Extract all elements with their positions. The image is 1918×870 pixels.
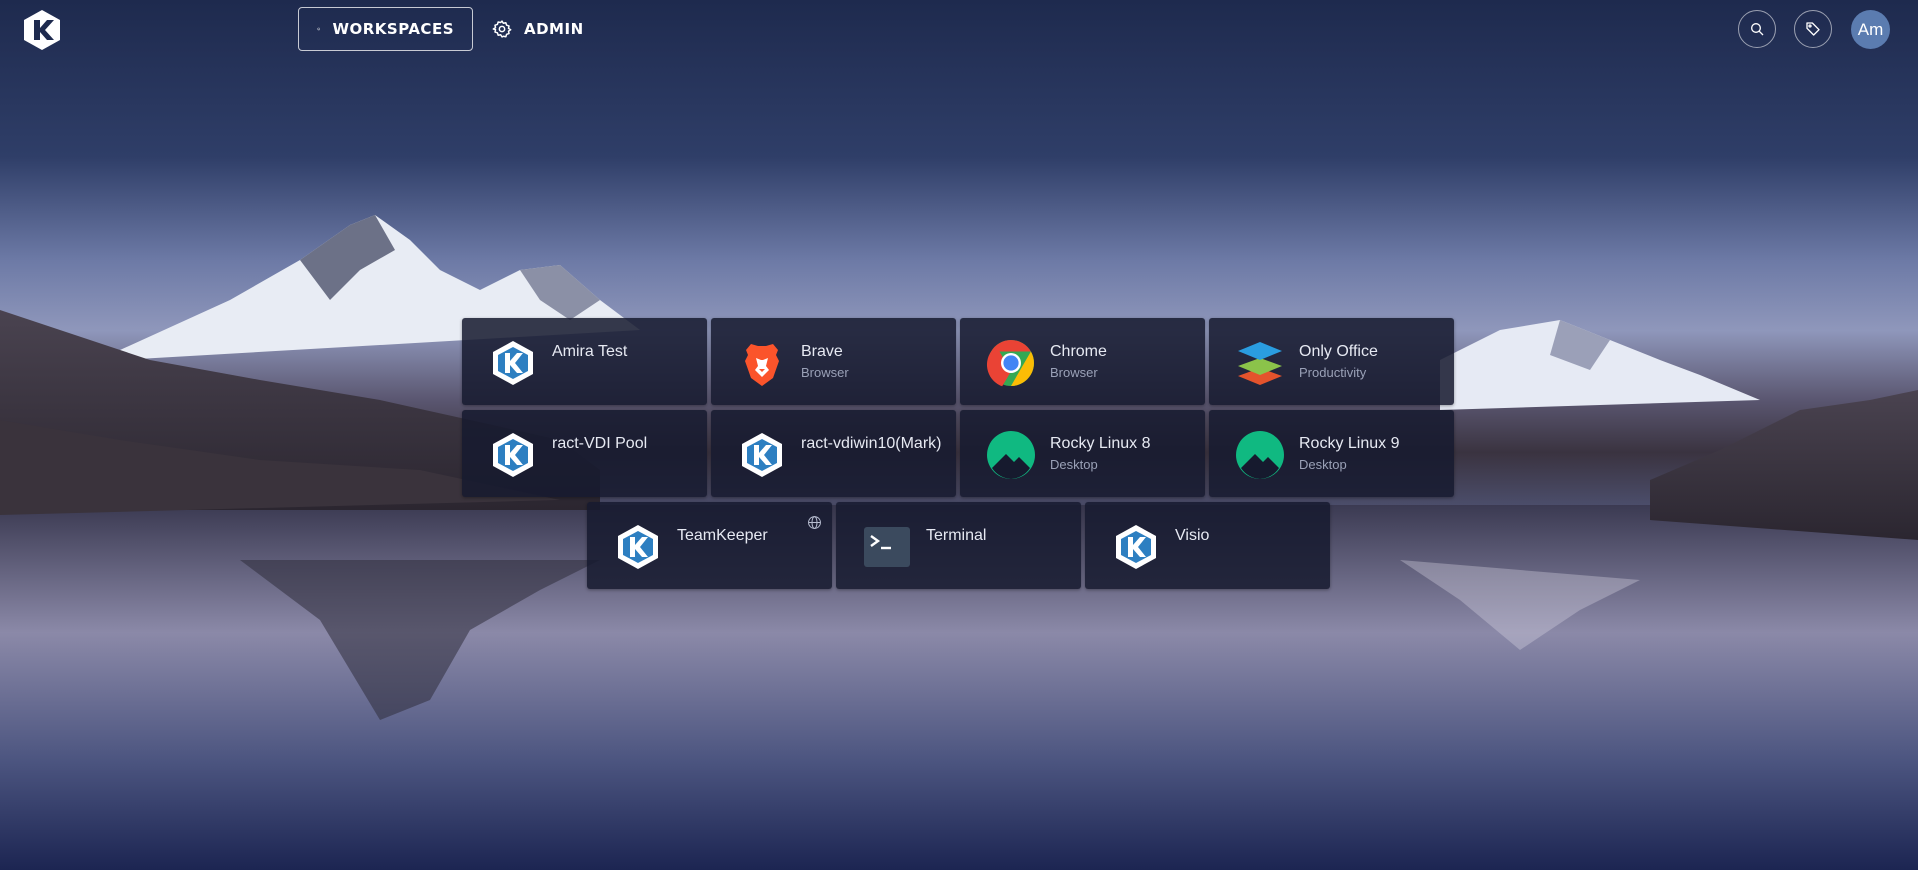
workspace-name: ract-VDI Pool: [552, 435, 648, 452]
workspace-subtitle: Browser: [801, 365, 849, 380]
onlyoffice-icon: [1238, 342, 1282, 385]
layers-icon: [317, 27, 321, 31]
workspace-name: Rocky Linux 8: [1050, 435, 1151, 452]
kasm-icon: [493, 433, 533, 477]
workspace-subtitle: Desktop: [1050, 457, 1098, 472]
workspace-tile-ract-vdi-pool[interactable]: ract-VDI Pool: [462, 410, 707, 497]
workspace-tile-amira-test[interactable]: Amira Test: [462, 318, 707, 405]
admin-label: ADMIN: [524, 20, 584, 38]
workspace-tile-brave[interactable]: Brave Browser: [711, 318, 956, 405]
workspace-tile-chrome[interactable]: Chrome Browser: [960, 318, 1205, 405]
kasm-icon: [742, 433, 782, 477]
workspace-tile-terminal[interactable]: Terminal: [836, 502, 1081, 589]
workspace-tile-visio[interactable]: Visio: [1085, 502, 1330, 589]
workspace-subtitle: Productivity: [1299, 365, 1367, 380]
workspace-tile-only-office[interactable]: Only Office Productivity: [1209, 318, 1454, 405]
kasm-icon: [493, 341, 533, 385]
workspaces-label: WORKSPACES: [332, 20, 454, 38]
workspace-name: Visio: [1175, 527, 1210, 544]
workspace-name: ract-vdiwin10(Mark): [801, 435, 942, 452]
chrome-icon: [986, 340, 1034, 387]
workspace-tile-rocky-linux-9[interactable]: Rocky Linux 9 Desktop: [1209, 410, 1454, 497]
workspace-name: Terminal: [926, 527, 987, 544]
logo-icon[interactable]: [20, 8, 64, 52]
rocky-icon: [1236, 431, 1284, 479]
avatar-initials: Am: [1857, 19, 1884, 39]
workspace-subtitle: Browser: [1050, 365, 1098, 380]
kasm-icon: [1116, 525, 1156, 569]
tag-icon: [1806, 22, 1820, 36]
workspace-name: Only Office: [1299, 343, 1378, 360]
globe-icon: [808, 516, 821, 529]
workspace-name: Chrome: [1050, 343, 1107, 360]
workspace-tile-teamkeeper[interactable]: TeamKeeper: [587, 502, 832, 589]
tags-button[interactable]: [1794, 10, 1832, 48]
workspace-tile-rocky-linux-8[interactable]: Rocky Linux 8 Desktop: [960, 410, 1205, 497]
admin-tab[interactable]: ADMIN: [488, 7, 588, 51]
workspace-name: Amira Test: [552, 343, 628, 360]
workspace-tile-ract-vdiwin10[interactable]: ract-vdiwin10(Mark): [711, 410, 956, 497]
gear-icon: [492, 20, 512, 38]
avatar[interactable]: Am: [1851, 10, 1890, 49]
search-button[interactable]: [1738, 10, 1776, 48]
search-icon: [1751, 23, 1764, 36]
workspace-subtitle: Desktop: [1299, 457, 1347, 472]
workspaces-tab[interactable]: WORKSPACES: [298, 7, 473, 51]
rocky-icon: [987, 431, 1035, 479]
workspace-name: Rocky Linux 9: [1299, 435, 1400, 452]
terminal-icon: [864, 527, 910, 567]
workspace-name: Brave: [801, 343, 843, 360]
brave-icon: [745, 344, 779, 386]
workspace-name: TeamKeeper: [677, 527, 768, 544]
kasm-icon: [618, 525, 658, 569]
background-landscape: [0, 215, 1918, 870]
